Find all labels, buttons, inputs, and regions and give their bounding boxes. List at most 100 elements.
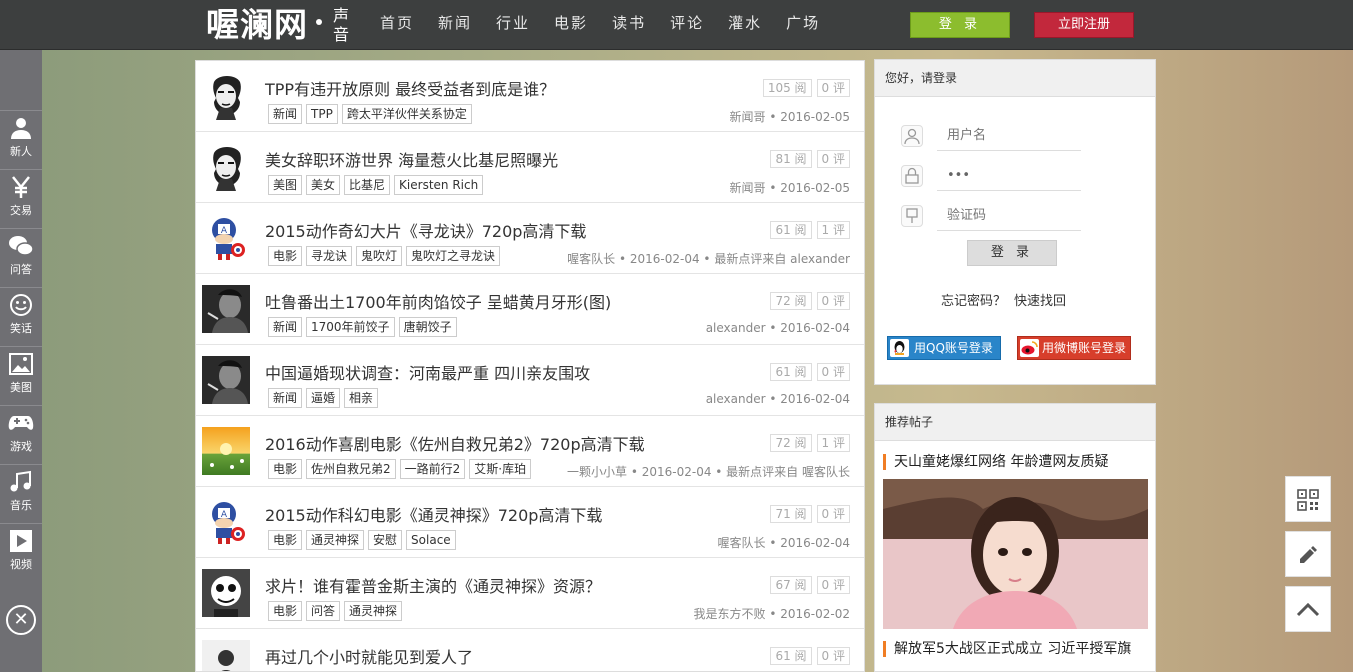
post-tag[interactable]: 安慰 bbox=[368, 530, 403, 550]
sidebar-label: 笑话 bbox=[10, 322, 32, 335]
post-tag[interactable]: 电影 bbox=[268, 530, 303, 550]
post-title[interactable]: 求片！谁有霍普金斯主演的《通灵神探》资源？ bbox=[265, 573, 601, 597]
post-item[interactable]: 中国逼婚现状调查：河南最严重 四川亲友围攻 新闻 逼婚 相亲 61 阅0 评 alexan… bbox=[196, 345, 864, 416]
post-tag[interactable]: 跨太平洋伙伴关系协定 bbox=[341, 104, 472, 124]
image-icon bbox=[0, 347, 42, 381]
sidebar-item-music[interactable]: 音乐 bbox=[0, 464, 42, 522]
weibo-login-button[interactable]: 用微博账号登录 bbox=[1017, 336, 1131, 360]
post-tag[interactable]: 电影 bbox=[268, 459, 303, 479]
qq-login-button[interactable]: 用QQ账号登录 bbox=[887, 336, 1001, 360]
sidebar-item-pictures[interactable]: 美图 bbox=[0, 346, 42, 404]
recommended-item-title[interactable]: 天山童姥爆红网络 年龄遭网友质疑 bbox=[883, 454, 1108, 470]
sidebar-label: 问答 bbox=[10, 263, 32, 276]
captcha-icon bbox=[901, 205, 923, 227]
post-title[interactable]: 中国逼婚现状调查：河南最严重 四川亲友围攻 bbox=[265, 360, 590, 384]
header-login-button[interactable]: 登 录 bbox=[910, 12, 1010, 38]
post-title[interactable]: 2016动作喜剧电影《佐州自救兄弟2》720p高清下载 bbox=[265, 431, 645, 455]
post-title[interactable]: 2015动作奇幻大片《寻龙诀》720p高清下载 bbox=[265, 218, 586, 242]
author-avatar[interactable] bbox=[202, 143, 250, 191]
author-avatar[interactable] bbox=[202, 72, 250, 120]
post-tag[interactable]: 比基尼 bbox=[344, 175, 391, 195]
author-avatar[interactable] bbox=[202, 640, 250, 671]
post-item[interactable]: 2016动作喜剧电影《佐州自救兄弟2》720p高清下载电影 佐州自救兄弟2 一路前行… bbox=[196, 416, 864, 487]
author-avatar[interactable] bbox=[202, 427, 250, 475]
post-tag[interactable]: Solace bbox=[406, 530, 456, 550]
nav-home[interactable]: 首页 bbox=[380, 0, 414, 46]
post-title[interactable]: TPP有违开放原则 最终受益者到底是谁？ bbox=[265, 76, 555, 100]
post-tag[interactable]: 唐朝饺子 bbox=[398, 317, 457, 337]
post-tag[interactable]: 新闻 bbox=[268, 317, 303, 337]
recommended-image[interactable] bbox=[883, 479, 1148, 629]
post-item[interactable]: A 2015动作科幻电影《通灵神探》720p高清下载 电影 通灵神探 安慰 Solace 7… bbox=[196, 487, 864, 558]
post-tag[interactable]: Kiersten Rich bbox=[394, 175, 484, 195]
author-avatar[interactable] bbox=[202, 356, 250, 404]
author-avatar[interactable]: A bbox=[202, 498, 250, 546]
post-tag[interactable]: 艾斯·库珀 bbox=[469, 459, 532, 479]
recover-password-link[interactable]: 快速找回 bbox=[1014, 294, 1066, 309]
post-tag[interactable]: TPP bbox=[306, 104, 338, 124]
edit-button[interactable] bbox=[1285, 531, 1331, 577]
post-tag[interactable]: 电影 bbox=[268, 601, 303, 621]
sidebar-item-games[interactable]: 游戏 bbox=[0, 405, 42, 463]
sidebar-item-jokes[interactable]: 笑话 bbox=[0, 287, 42, 345]
post-counts: 81 阅0 评 bbox=[765, 150, 850, 168]
captcha-input[interactable] bbox=[937, 201, 1081, 231]
post-tag[interactable]: 相亲 bbox=[344, 388, 379, 408]
post-tag[interactable]: 鬼吹灯之寻龙诀 bbox=[406, 246, 501, 266]
post-tag[interactable]: 新闻 bbox=[268, 388, 303, 408]
post-list: TPP有违开放原则 最终受益者到底是谁？ 新闻 TPP 跨太平洋伙伴关系协定 105 阅… bbox=[195, 60, 865, 672]
post-tag[interactable]: 一路前行2 bbox=[399, 459, 466, 479]
post-item[interactable]: 吐鲁番出土1700年前肉馅饺子 呈蜡黄月牙形(图) 新闻 1700年前饺子 唐朝饺子 7… bbox=[196, 274, 864, 345]
post-tag[interactable]: 寻龙诀 bbox=[306, 246, 353, 266]
recommended-panel: 推荐帖子 天山童姥爆红网络 年龄遭网友质疑 解放军5大战区正式成立 习近平授军旗 bbox=[874, 403, 1156, 672]
post-title[interactable]: 再过几个小时就能见到爱人了 bbox=[265, 644, 473, 668]
header-register-button[interactable]: 立即注册 bbox=[1034, 12, 1134, 38]
post-tag[interactable]: 电影 bbox=[268, 246, 303, 266]
back-to-top-button[interactable] bbox=[1285, 586, 1331, 632]
post-item[interactable]: TPP有违开放原则 最终受益者到底是谁？ 新闻 TPP 跨太平洋伙伴关系协定 105 阅… bbox=[196, 61, 864, 132]
post-item[interactable]: 美女辞职环游世界 海量惹火比基尼照曝光美图 美女 比基尼 Kiersten Rich 8… bbox=[196, 132, 864, 203]
yen-icon bbox=[0, 170, 42, 204]
sidebar-item-video[interactable]: 视频 bbox=[0, 523, 42, 581]
post-tag[interactable]: 1700年前饺子 bbox=[306, 317, 395, 337]
nav-chat[interactable]: 灌水 bbox=[728, 0, 762, 46]
author-avatar[interactable] bbox=[202, 285, 250, 333]
view-count: 61 阅 bbox=[770, 363, 812, 381]
post-meta: alexander • 2016-02-04 bbox=[705, 392, 850, 406]
nav-news[interactable]: 新闻 bbox=[438, 0, 472, 46]
sidebar-item-qa[interactable]: 问答 bbox=[0, 228, 42, 286]
main-nav: 首页 新闻 行业 电影 读书 评论 灌水 广场 bbox=[380, 0, 844, 46]
nav-comments[interactable]: 评论 bbox=[670, 0, 704, 46]
nav-industry[interactable]: 行业 bbox=[496, 0, 530, 46]
nav-square[interactable]: 广场 bbox=[786, 0, 820, 46]
post-tag[interactable]: 鬼吹灯 bbox=[356, 246, 403, 266]
post-tag[interactable]: 美女 bbox=[306, 175, 341, 195]
post-tag[interactable]: 美图 bbox=[268, 175, 303, 195]
post-title[interactable]: 吐鲁番出土1700年前肉馅饺子 呈蜡黄月牙形(图) bbox=[265, 289, 611, 313]
post-tag[interactable]: 问答 bbox=[306, 601, 341, 621]
nav-movies[interactable]: 电影 bbox=[554, 0, 588, 46]
close-icon[interactable]: ✕ bbox=[6, 605, 36, 635]
post-title[interactable]: 美女辞职环游世界 海量惹火比基尼照曝光 bbox=[265, 147, 558, 171]
post-tag[interactable]: 逼婚 bbox=[306, 388, 341, 408]
post-item[interactable]: A 2015动作奇幻大片《寻龙诀》720p高清下载 电影 寻龙诀 鬼吹灯 鬼吹灯之寻龙诀 6… bbox=[196, 203, 864, 274]
site-logo[interactable]: 喔澜网 bbox=[206, 4, 308, 46]
post-tags: 美图 美女 比基尼 Kiersten Rich bbox=[268, 175, 487, 195]
post-title[interactable]: 2015动作科幻电影《通灵神探》720p高清下载 bbox=[265, 502, 602, 526]
post-tag[interactable]: 佐州自救兄弟2 bbox=[306, 459, 396, 479]
author-avatar[interactable] bbox=[202, 569, 250, 617]
qrcode-button[interactable] bbox=[1285, 476, 1331, 522]
author-avatar[interactable]: A bbox=[202, 214, 250, 262]
sidebar-item-trade[interactable]: 交易 bbox=[0, 169, 42, 227]
sidebar-item-newbie[interactable]: 新人 bbox=[0, 110, 42, 168]
login-submit-button[interactable]: 登 录 bbox=[967, 240, 1057, 266]
post-tag[interactable]: 通灵神探 bbox=[306, 530, 365, 550]
nav-reading[interactable]: 读书 bbox=[612, 0, 646, 46]
password-input[interactable] bbox=[937, 161, 1081, 191]
recommended-item-title[interactable]: 解放军5大战区正式成立 习近平授军旗 bbox=[883, 641, 1131, 657]
post-tag[interactable]: 通灵神探 bbox=[344, 601, 403, 621]
username-input[interactable] bbox=[937, 121, 1081, 151]
post-tag[interactable]: 新闻 bbox=[268, 104, 303, 124]
post-item[interactable]: 求片！谁有霍普金斯主演的《通灵神探》资源？ 电影 问答 通灵神探 67 阅0 评我是东方… bbox=[196, 558, 864, 629]
post-item[interactable]: 再过几个小时就能见到爱人了 61 阅0 评 bbox=[196, 629, 864, 671]
